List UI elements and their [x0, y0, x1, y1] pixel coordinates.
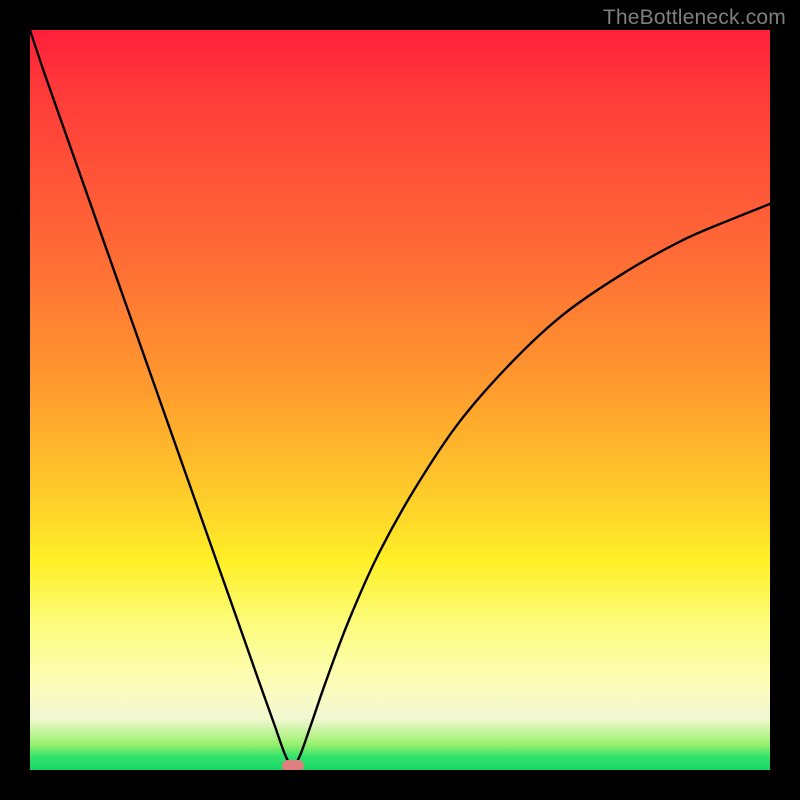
heat-gradient-background: [30, 30, 770, 770]
optimal-point-marker: [282, 760, 304, 770]
outer-frame: TheBottleneck.com: [0, 0, 800, 800]
plot-area: [30, 30, 770, 770]
watermark-text: TheBottleneck.com: [603, 6, 786, 30]
